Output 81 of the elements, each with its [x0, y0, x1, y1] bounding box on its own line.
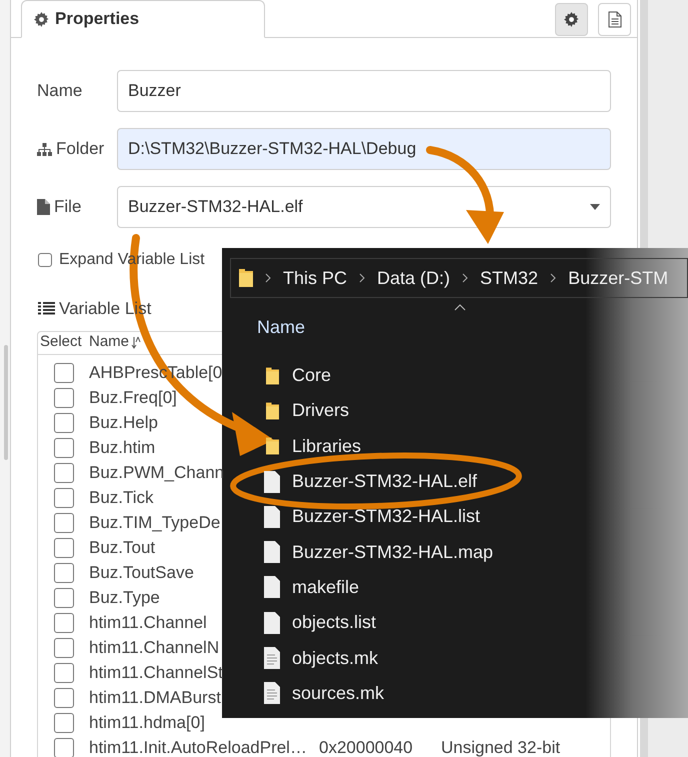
document-button[interactable] — [598, 3, 631, 36]
chevron-icon — [550, 273, 556, 283]
checkbox[interactable] — [54, 463, 74, 483]
folder-icon — [239, 269, 253, 287]
chevron-icon — [359, 273, 366, 283]
file-dropdown[interactable]: Buzzer-STM32-HAL.elf — [117, 186, 611, 228]
column-header[interactable]: Name — [89, 331, 142, 354]
scrollbar-thumb[interactable] — [4, 345, 8, 460]
checkbox[interactable] — [54, 363, 74, 383]
checkbox[interactable] — [54, 538, 74, 558]
variable-name: Buz.TIM_TypeDe — [89, 513, 220, 532]
file-item[interactable]: Buzzer-STM32-HAL.elf — [262, 464, 478, 500]
breadcrumb-item[interactable]: This PC — [283, 264, 348, 292]
settings-icon — [34, 12, 49, 26]
breadcrumb-item[interactable]: Buzzer-STM — [568, 264, 668, 292]
checkbox[interactable] — [54, 663, 74, 683]
file-item[interactable]: Libraries — [262, 428, 362, 464]
caret-icon — [590, 204, 600, 210]
variable-name: Buz.htim — [89, 438, 156, 458]
variable-name: Buz.Tout — [89, 538, 156, 558]
checkbox[interactable] — [54, 738, 74, 757]
variable-name: Buz.Type — [89, 588, 160, 608]
sort-caret-icon — [454, 304, 466, 311]
file-item[interactable]: makefile — [262, 570, 360, 606]
checkbox[interactable] — [54, 688, 74, 708]
folder-field[interactable]: D:\STM32\Buzzer-STM32-HAL\Debug — [117, 128, 611, 170]
chevron-icon — [462, 273, 468, 283]
file-icon — [262, 541, 282, 564]
text-file-icon — [262, 647, 282, 670]
variable-name: htim11.ChannelN — [89, 638, 220, 658]
file-icon — [262, 612, 282, 634]
chevron-icon — [265, 273, 271, 283]
checkbox[interactable] — [54, 588, 74, 608]
list-icon — [38, 302, 55, 316]
variable-name: htim11.Init.AutoReloadPrel… — [89, 738, 307, 757]
file-item[interactable]: Drivers — [262, 393, 349, 429]
field-label: Folder — [56, 138, 104, 160]
checkbox[interactable] — [54, 638, 74, 658]
breadcrumb-item[interactable]: STM32 — [480, 264, 538, 292]
file-item[interactable]: Core — [262, 358, 332, 394]
checkbox[interactable] — [54, 488, 74, 508]
checkbox[interactable] — [54, 513, 74, 533]
sort-icon — [131, 336, 142, 350]
field-label: Name — [37, 80, 82, 102]
file-icon — [262, 506, 282, 528]
variable-name: Buz.ToutSave — [89, 563, 194, 582]
checkbox[interactable] — [54, 713, 74, 733]
variable-name: Buz.Freq[0] — [89, 388, 177, 408]
variable-name: htim11.Channel — [89, 613, 207, 632]
settings-button[interactable] — [555, 3, 588, 36]
file-item[interactable]: Buzzer-STM32-HAL.map — [262, 534, 494, 570]
checkbox[interactable] — [54, 613, 74, 633]
name-field[interactable]: Buzzer — [117, 70, 611, 112]
file-item[interactable]: Buzzer-STM32-HAL.list — [262, 499, 480, 534]
variable-name: htim11.DMABurst — [89, 688, 221, 708]
sitemap-icon — [37, 142, 52, 156]
file-icon — [37, 199, 50, 215]
breadcrumb-item[interactable]: Data (D:) — [377, 264, 450, 292]
document-icon — [608, 11, 622, 28]
checkbox[interactable] — [54, 563, 74, 583]
variable-name: htim11.hdma[0] — [89, 713, 205, 732]
properties-tab[interactable]: Properties — [21, 0, 265, 38]
address-bar[interactable]: This PC Data (D:) STM32 Buzzer-STM — [230, 258, 688, 298]
variable-name: Buz.Tick — [89, 488, 154, 508]
column-header[interactable]: Name — [257, 314, 306, 341]
field-label: File — [54, 196, 82, 218]
column-header[interactable]: Select — [38, 331, 89, 354]
checkbox[interactable] — [38, 253, 52, 267]
file-item[interactable]: objects.mk — [262, 640, 378, 676]
file-icon — [262, 576, 282, 598]
variable-name: Buz.Help — [89, 413, 158, 432]
checkbox[interactable] — [54, 438, 74, 458]
variable-address: 0x20000040 — [319, 737, 414, 757]
settings-icon — [564, 12, 579, 27]
checkbox[interactable] — [54, 388, 74, 408]
checkbox[interactable] — [54, 413, 74, 433]
file-item[interactable]: sources.mk — [262, 676, 384, 711]
text-file-icon — [262, 682, 282, 704]
variable-type: Unsigned 32-bit — [441, 737, 560, 757]
file-icon — [262, 470, 282, 493]
file-item[interactable]: objects.list — [262, 605, 376, 640]
